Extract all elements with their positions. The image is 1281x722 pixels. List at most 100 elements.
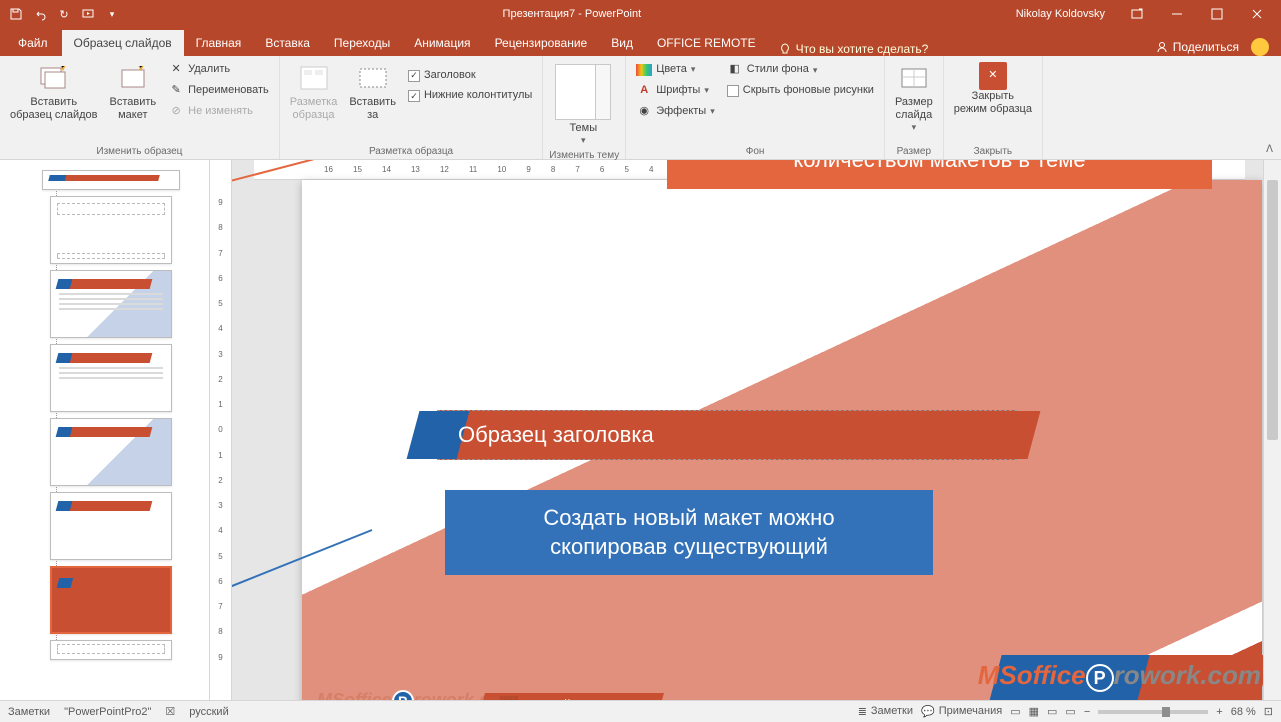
thumb-layout-5[interactable] bbox=[50, 492, 172, 560]
window-title: Презентация7 - PowerPoint bbox=[128, 8, 1016, 20]
zoom-slider[interactable] bbox=[1098, 710, 1208, 714]
effects-icon: ◉ bbox=[636, 103, 652, 119]
fit-window-icon[interactable]: ⊡ bbox=[1264, 705, 1273, 718]
status-bar: Заметки "PowerPointPro2" ☒ русский ≣Заме… bbox=[0, 700, 1281, 722]
slide-size-icon bbox=[898, 62, 930, 94]
normal-view-icon[interactable]: ▭ bbox=[1010, 705, 1020, 718]
canvas[interactable]: 1615141312111098765432101234567891011121… bbox=[232, 160, 1263, 700]
delete-icon: ✕ bbox=[168, 62, 184, 78]
tab-home[interactable]: Главная bbox=[184, 30, 254, 56]
share-button[interactable]: Поделиться bbox=[1155, 40, 1239, 54]
minimize-icon[interactable] bbox=[1157, 0, 1197, 28]
slide-size-button[interactable]: Размер слайда bbox=[891, 60, 937, 135]
close-icon[interactable] bbox=[1237, 0, 1277, 28]
preserve-button[interactable]: ⊘Не изменять bbox=[164, 102, 273, 122]
tab-transitions[interactable]: Переходы bbox=[322, 30, 402, 56]
slideshow-view-icon[interactable]: ▭ bbox=[1065, 705, 1075, 718]
colors-button[interactable]: Цвета bbox=[632, 60, 719, 79]
comments-button[interactable]: 💬Примечания bbox=[921, 705, 1002, 718]
zoom-level[interactable]: 68 % bbox=[1231, 706, 1256, 718]
insert-slide-master-button[interactable]: Вставить образец слайдов bbox=[6, 60, 101, 124]
ribbon: Вставить образец слайдов Вставить макет … bbox=[0, 56, 1281, 160]
vertical-scrollbar[interactable] bbox=[1263, 160, 1281, 700]
preserve-icon: ⊘ bbox=[168, 104, 184, 120]
tab-insert[interactable]: Вставка bbox=[253, 30, 322, 56]
watermark-big: MSofficeProwork.com bbox=[978, 660, 1261, 693]
qat-more-icon[interactable]: ▾ bbox=[100, 2, 124, 26]
doc-name: Презентация7 bbox=[503, 8, 576, 20]
tab-review[interactable]: Рецензирование bbox=[483, 30, 600, 56]
share-icon bbox=[1155, 40, 1169, 54]
thumb-layout-1[interactable] bbox=[50, 196, 172, 264]
thumb-master[interactable] bbox=[42, 170, 180, 190]
close-master-button[interactable]: ✕ Закрыть режим образца bbox=[950, 60, 1036, 118]
slide[interactable]: Образец заголовка Создать чистый новый м… bbox=[302, 180, 1262, 700]
insert-placeholder-button[interactable]: Вставить за bbox=[345, 60, 400, 124]
thumb-layout-2[interactable] bbox=[50, 270, 172, 338]
tab-view[interactable]: Вид bbox=[599, 30, 645, 56]
theme-status[interactable]: "PowerPointPro2" bbox=[64, 706, 151, 718]
title-placeholder[interactable]: Образец заголовка bbox=[437, 410, 1017, 460]
insert-layout-icon bbox=[117, 62, 149, 94]
zoom-in-icon[interactable]: + bbox=[1216, 706, 1222, 718]
sorter-view-icon[interactable]: ▦ bbox=[1029, 705, 1039, 718]
thumbnail-pane[interactable] bbox=[0, 160, 210, 700]
language-status[interactable]: русский bbox=[189, 706, 228, 718]
reading-view-icon[interactable]: ▭ bbox=[1047, 705, 1057, 718]
tab-slide-master[interactable]: Образец слайдов bbox=[62, 30, 184, 56]
user-name[interactable]: Nikolay Koldovsky bbox=[1016, 8, 1105, 20]
vertical-ruler: 9876543210123456789 bbox=[210, 160, 232, 700]
lightbulb-icon bbox=[778, 42, 792, 56]
delete-button[interactable]: ✕Удалить bbox=[164, 60, 273, 80]
spellcheck-icon[interactable]: ☒ bbox=[165, 705, 175, 718]
maximize-icon[interactable] bbox=[1197, 0, 1237, 28]
tell-me-search[interactable]: Что вы хотите сделать? bbox=[778, 42, 929, 56]
insert-layout-button[interactable]: Вставить макет bbox=[105, 60, 160, 124]
themes-gallery-icon bbox=[555, 64, 611, 120]
app-name: PowerPoint bbox=[585, 8, 641, 20]
notes-icon: ≣ bbox=[858, 705, 867, 718]
thumb-layout-7[interactable] bbox=[50, 640, 172, 660]
rename-icon: ✎ bbox=[168, 83, 184, 99]
thumb-layout-3[interactable] bbox=[50, 344, 172, 412]
notes-button[interactable]: ≣Заметки bbox=[858, 705, 913, 718]
save-icon[interactable] bbox=[4, 2, 28, 26]
callout-blue: Создать новый макет можно скопировав сущ… bbox=[445, 490, 933, 575]
callout-orange: Создать чистый новый макет. Пользователь… bbox=[667, 160, 1212, 189]
group-size: Размер слайда Размер bbox=[885, 56, 944, 159]
fonts-icon: A bbox=[636, 82, 652, 98]
notes-status[interactable]: Заметки bbox=[8, 706, 50, 718]
zoom-out-icon[interactable]: − bbox=[1084, 706, 1090, 718]
title-checkbox[interactable]: Заголовок bbox=[404, 66, 536, 85]
bg-styles-button[interactable]: ◧Стили фона bbox=[723, 60, 878, 80]
master-layout-button[interactable]: Разметка образца bbox=[286, 60, 342, 124]
start-show-icon[interactable] bbox=[76, 2, 100, 26]
undo-icon[interactable] bbox=[28, 2, 52, 26]
quick-access-toolbar: ↻ ▾ bbox=[0, 2, 128, 26]
effects-button[interactable]: ◉Эффекты bbox=[632, 101, 719, 121]
thumb-layout-4[interactable] bbox=[50, 418, 172, 486]
smiley-icon[interactable] bbox=[1251, 38, 1269, 56]
tab-file[interactable]: Файл bbox=[4, 30, 62, 56]
rename-button[interactable]: ✎Переименовать bbox=[164, 81, 273, 101]
themes-button[interactable]: Темы bbox=[549, 60, 617, 148]
slide-master-icon bbox=[38, 62, 70, 94]
edit-area: 9876543210123456789 16151413121110987654… bbox=[210, 160, 1281, 700]
group-edit-theme: Темы Изменить тему bbox=[543, 56, 626, 159]
collapse-ribbon-icon[interactable]: ᐱ bbox=[1266, 144, 1273, 155]
group-label: Изменить образец bbox=[6, 144, 273, 157]
tab-animations[interactable]: Анимация bbox=[402, 30, 482, 56]
footers-checkbox[interactable]: Нижние колонтитулы bbox=[404, 86, 536, 105]
tab-office-remote[interactable]: OFFICE REMOTE bbox=[645, 30, 768, 56]
bg-styles-icon: ◧ bbox=[727, 62, 743, 78]
thumb-layout-selected[interactable] bbox=[50, 566, 172, 634]
fonts-button[interactable]: AШрифты bbox=[632, 80, 719, 100]
ribbon-display-icon[interactable] bbox=[1117, 0, 1157, 28]
close-master-icon: ✕ bbox=[979, 62, 1007, 90]
layout-icon bbox=[298, 62, 330, 94]
redo-icon[interactable]: ↻ bbox=[52, 2, 76, 26]
ribbon-tabs: Файл Образец слайдов Главная Вставка Пер… bbox=[0, 28, 1281, 56]
title-bar: ↻ ▾ Презентация7 - PowerPoint Nikolay Ko… bbox=[0, 0, 1281, 28]
workspace: 9876543210123456789 16151413121110987654… bbox=[0, 160, 1281, 700]
hide-bg-checkbox[interactable]: Скрыть фоновые рисунки bbox=[723, 81, 878, 100]
